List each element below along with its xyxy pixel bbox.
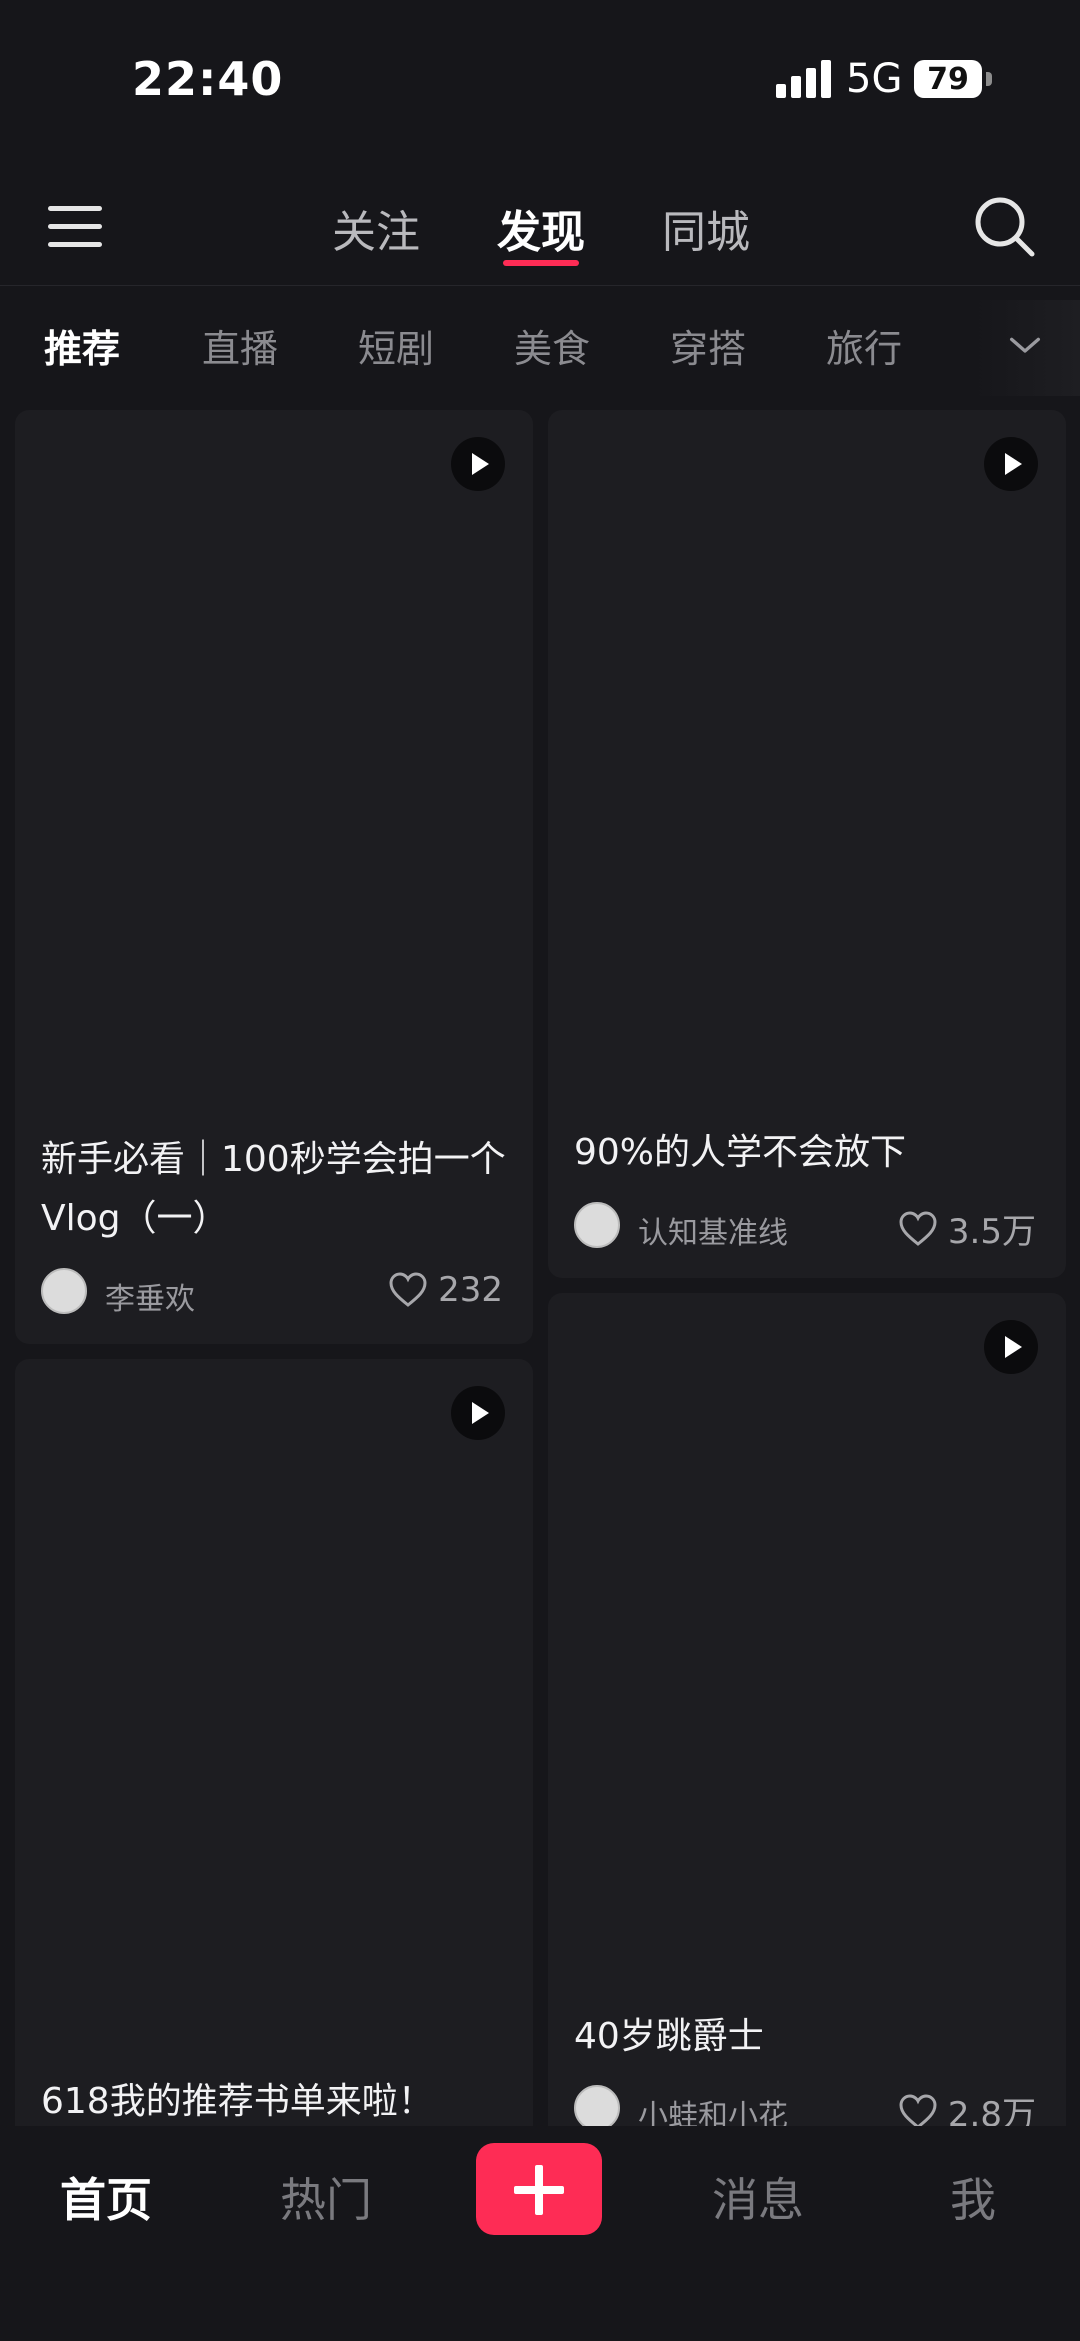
play-icon: [984, 1320, 1038, 1374]
bottom-tab-me[interactable]: 我: [950, 2164, 996, 2230]
bottom-tab-hot[interactable]: 热门: [280, 2164, 372, 2230]
like-count-value: 232: [438, 1270, 503, 1310]
card-title: 新手必看｜100秒学会拍一个Vlog（一）: [41, 1139, 506, 1239]
feed-card[interactable]: 40岁跳爵士 小蛙和小花 2.8万: [548, 1293, 1066, 2193]
avatar[interactable]: [574, 2085, 620, 2131]
category-short-drama[interactable]: 短剧: [358, 318, 434, 373]
battery-level: 79: [927, 61, 969, 97]
like-count[interactable]: 232: [388, 1270, 503, 1310]
category-outfit[interactable]: 穿搭: [670, 318, 746, 373]
category-bar: 推荐 直播 短剧 美食 穿搭 旅行: [0, 300, 1080, 396]
feed-card[interactable]: 618我的推荐书单来啦！: [15, 1359, 533, 2259]
create-post-button[interactable]: [476, 2143, 602, 2235]
battery-icon: 79: [914, 60, 982, 98]
play-icon: [451, 1386, 505, 1440]
card-title: 40岁跳爵士: [574, 2016, 764, 2057]
network-type: 5G: [846, 56, 903, 102]
bottom-tab-messages[interactable]: 消息: [712, 2164, 804, 2230]
play-icon: [451, 437, 505, 491]
category-live[interactable]: 直播: [202, 318, 278, 373]
card-title: 90%的人学不会放下: [574, 1132, 907, 1173]
tab-follow[interactable]: 关注: [332, 196, 420, 260]
active-tab-indicator: [503, 260, 579, 266]
like-count[interactable]: 3.5万: [898, 1204, 1036, 1253]
play-icon: [984, 437, 1038, 491]
feed-card[interactable]: 90%的人学不会放下 认知基准线 3.5万: [548, 410, 1066, 1278]
battery-tip: [986, 72, 992, 86]
bottom-nav: 首页 热门 消息 我: [0, 2126, 1080, 2341]
category-travel[interactable]: 旅行: [826, 318, 902, 373]
chevron-down-icon: [1010, 337, 1041, 353]
status-bar: 22:40 5G 79: [0, 0, 1080, 150]
heart-icon: [899, 1210, 937, 1246]
author-name[interactable]: 李垂欢: [105, 1274, 195, 1318]
author-name[interactable]: 认知基准线: [638, 1208, 788, 1252]
heart-icon: [389, 1272, 427, 1307]
bottom-tab-home[interactable]: 首页: [60, 2164, 152, 2230]
menu-icon[interactable]: [48, 204, 102, 250]
signal-icon: [776, 58, 832, 98]
top-nav: 关注 发现 同城: [0, 170, 1080, 286]
status-time: 22:40: [132, 52, 284, 106]
heart-icon: [899, 2093, 937, 2129]
tab-discover[interactable]: 发现: [497, 196, 585, 260]
category-recommend[interactable]: 推荐: [44, 318, 120, 373]
card-title: 618我的推荐书单来啦！: [41, 2081, 434, 2122]
category-expand-button[interactable]: [972, 300, 1080, 396]
avatar[interactable]: [41, 1268, 87, 1314]
feed-card[interactable]: 新手必看｜100秒学会拍一个Vlog（一） 李垂欢 232: [15, 410, 533, 1344]
tab-local[interactable]: 同城: [662, 196, 750, 260]
search-icon[interactable]: [972, 194, 1038, 260]
avatar[interactable]: [574, 1202, 620, 1248]
category-food[interactable]: 美食: [514, 318, 590, 373]
like-count-value: 3.5万: [947, 1212, 1036, 1252]
